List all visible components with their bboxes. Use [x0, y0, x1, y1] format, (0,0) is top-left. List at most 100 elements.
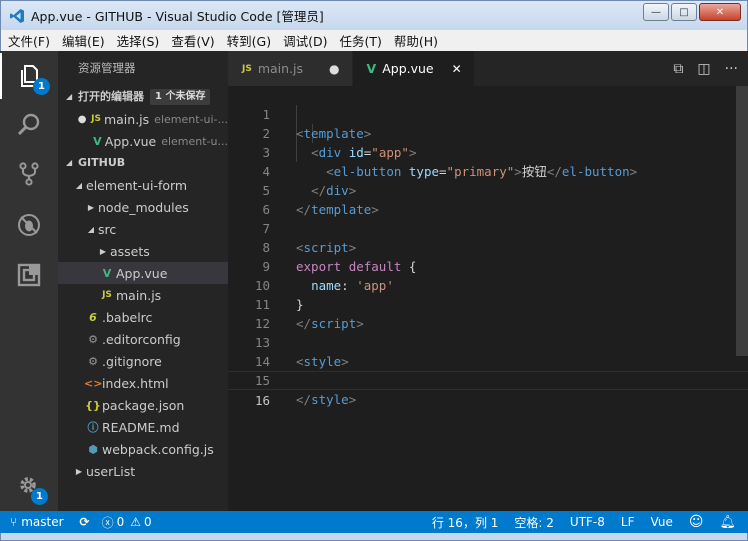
tree-file[interactable]: JS main.js	[58, 284, 228, 306]
vue-file-icon: V	[93, 134, 102, 148]
editor-area: JS main.js ● V App.vue ✕ ⧉ ◫ ··· 1 <temp…	[228, 51, 748, 511]
menu-debug[interactable]: 调试(D)	[276, 31, 332, 50]
menu-go[interactable]: 转到(G)	[220, 31, 276, 50]
editor-scrollbar[interactable]	[734, 86, 748, 386]
workspace-header[interactable]: ◢ GITHUB	[58, 152, 228, 174]
code-line: 1 <template>	[228, 86, 748, 141]
tree-folder[interactable]: ▶ assets	[58, 240, 228, 262]
babel-file-icon: 6	[89, 310, 97, 324]
menu-edit[interactable]: 编辑(E)	[55, 31, 110, 50]
menu-bar: 文件(F) 编辑(E) 选择(S) 查看(V) 转到(G) 调试(D) 任务(T…	[0, 30, 748, 51]
search-activity[interactable]	[0, 102, 58, 148]
tree-folder[interactable]: ◢ element-ui-form	[58, 174, 228, 196]
tab-main-js[interactable]: JS main.js ●	[228, 51, 353, 86]
more-actions-icon[interactable]: ···	[725, 61, 738, 77]
code-line: 11 </script>	[228, 276, 748, 331]
tree-label: package.json	[102, 397, 185, 413]
tree-label: .editorconfig	[102, 331, 181, 347]
chevron-right-icon: ▶	[75, 466, 83, 476]
tab-label: App.vue	[382, 61, 434, 76]
menu-view[interactable]: 查看(V)	[164, 31, 219, 50]
extensions-activity[interactable]	[0, 252, 58, 298]
tree-label: assets	[110, 243, 150, 259]
tree-file[interactable]: {} package.json	[58, 394, 228, 416]
explorer-title: 资源管理器	[78, 61, 136, 75]
code-line: 13 <style>	[228, 314, 748, 369]
sync-icon[interactable]: ⟳	[80, 515, 90, 529]
config-file-icon: ⚙	[88, 354, 98, 368]
js-file-icon: JS	[91, 114, 102, 124]
tree-label: node_modules	[98, 199, 189, 215]
settings-badge: 1	[31, 488, 48, 505]
tree-label: README.md	[102, 419, 180, 435]
tree-file[interactable]: <> index.html	[58, 372, 228, 394]
problems-status[interactable]: ⓧ 0 ⚠ 0	[102, 514, 152, 531]
notifications-bell-icon[interactable]: 🔔︎	[719, 515, 736, 530]
open-editors-header[interactable]: ◢ 打开的编辑器 1 个未保存	[58, 86, 228, 108]
tree-folder[interactable]: ▶ userList	[58, 460, 228, 482]
tree-label: App.vue	[116, 265, 168, 281]
chevron-down-icon: ◢	[87, 224, 95, 234]
vscode-logo-icon	[10, 8, 24, 23]
menu-file[interactable]: 文件(F)	[1, 31, 55, 50]
debug-activity[interactable]	[0, 202, 58, 248]
line-ending[interactable]: LF	[621, 515, 635, 529]
minimize-button[interactable]: —	[643, 3, 669, 21]
unsaved-dot-icon[interactable]: ●	[329, 62, 339, 76]
open-editor-name: main.js	[103, 111, 150, 127]
tree-folder[interactable]: ◢ src	[58, 218, 228, 240]
info-file-icon: ⓘ	[87, 421, 99, 434]
tag-name: style	[311, 392, 349, 407]
language-mode[interactable]: Vue	[650, 515, 672, 529]
chevron-down-icon: ◢	[66, 92, 73, 101]
tree-file[interactable]: ⓘ README.md	[58, 416, 228, 438]
close-window-button[interactable]: ✕	[699, 3, 741, 21]
explorer-activity[interactable]: 1	[0, 53, 58, 99]
line-number: 16	[254, 393, 270, 408]
menu-selection[interactable]: 选择(S)	[110, 31, 165, 50]
tab-bar: JS main.js ● V App.vue ✕ ⧉ ◫ ···	[228, 51, 748, 86]
code-editor[interactable]: 1 <template> 2 <div id="app"> 3 <el-butt…	[228, 86, 748, 511]
title-bar: App.vue - GITHUB - Visual Studio Code [管…	[0, 0, 748, 30]
js-file-icon: JS	[242, 63, 252, 74]
open-changes-icon[interactable]: ⧉	[673, 61, 683, 77]
close-icon[interactable]: ✕	[452, 62, 462, 76]
menu-help[interactable]: 帮助(H)	[387, 31, 443, 50]
debug-icon	[18, 214, 40, 236]
unsaved-dot-icon[interactable]: ●	[76, 114, 88, 125]
tree-label: userList	[86, 463, 136, 479]
branch-status[interactable]: ⑂ master	[10, 515, 64, 529]
tab-app-vue[interactable]: V App.vue ✕	[352, 51, 475, 86]
menu-tasks[interactable]: 任务(T)	[332, 31, 386, 50]
tree-label: index.html	[102, 375, 169, 391]
explorer-badge: 1	[33, 78, 50, 95]
code-line: 12	[228, 295, 748, 331]
manage-activity[interactable]: 1	[0, 464, 58, 510]
workspace-label: GITHUB	[78, 156, 126, 169]
cursor-position[interactable]: 行 16，列 1	[432, 514, 499, 531]
maximize-button[interactable]: □	[671, 3, 697, 21]
vue-file-icon: V	[102, 266, 112, 280]
editor-actions: ⧉ ◫ ···	[659, 51, 738, 86]
feedback-smiley-icon[interactable]: ☺	[689, 514, 704, 530]
tree-label: .gitignore	[102, 353, 162, 369]
tree-folder[interactable]: ▶ node_modules	[58, 196, 228, 218]
tree-file[interactable]: V App.vue	[58, 262, 228, 284]
tree-file[interactable]: ⚙ .editorconfig	[58, 328, 228, 350]
webpack-file-icon: ⬢	[88, 442, 98, 456]
scrollbar-thumb[interactable]	[736, 86, 748, 356]
js-file-icon: JS	[102, 290, 112, 300]
split-editor-icon[interactable]: ◫	[697, 61, 710, 77]
chevron-right-icon: ▶	[87, 202, 95, 212]
tree-file[interactable]: 6 .babelrc	[58, 306, 228, 328]
code-line: 6	[228, 181, 748, 217]
source-control-activity[interactable]	[0, 151, 58, 197]
tree-label: element-ui-form	[86, 177, 188, 193]
encoding[interactable]: UTF-8	[570, 515, 605, 529]
indentation[interactable]: 空格: 2	[514, 514, 554, 531]
open-editor-item[interactable]: ● JS main.js element-ui-...	[58, 108, 228, 130]
tag-bracket: >	[348, 392, 357, 407]
tree-file[interactable]: ⬢ webpack.config.js	[58, 438, 228, 460]
open-editor-item[interactable]: V App.vue element-u...	[58, 130, 228, 152]
tree-file[interactable]: ⚙ .gitignore	[58, 350, 228, 372]
